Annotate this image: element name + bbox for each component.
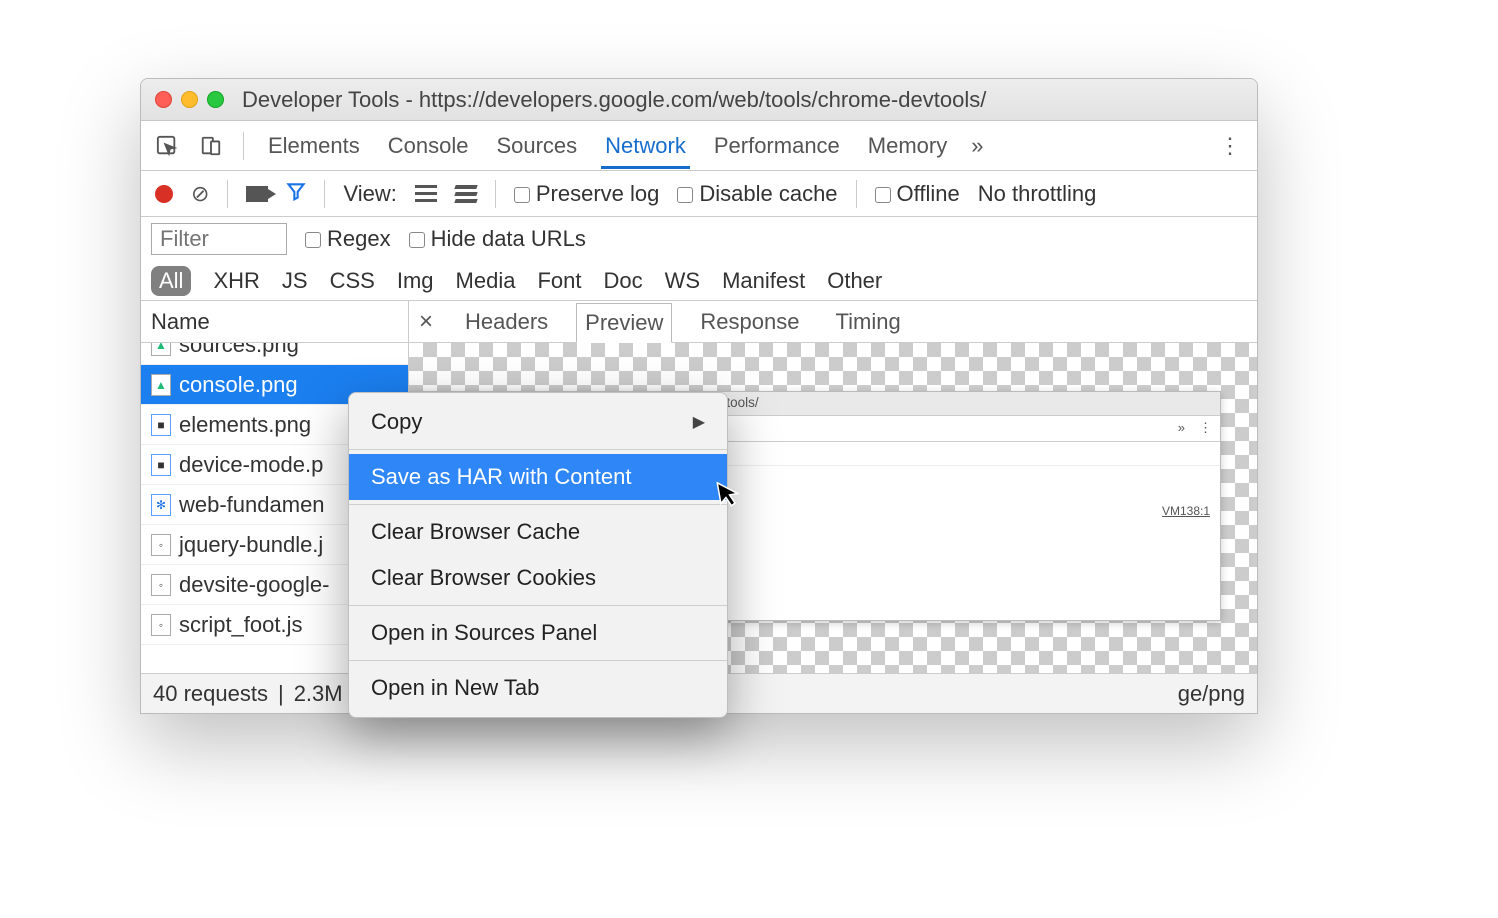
ctx-copy[interactable]: Copy: [349, 399, 727, 445]
separator: [856, 180, 857, 208]
large-rows-icon[interactable]: [415, 185, 437, 203]
screenshot-icon[interactable]: [246, 186, 268, 202]
image-file-icon: ■: [151, 454, 171, 476]
detail-tab-preview[interactable]: Preview: [576, 303, 672, 343]
gear-icon: ✻: [151, 494, 171, 516]
thumb-vm-link: VM138:1: [1162, 504, 1210, 518]
preserve-log-checkbox[interactable]: Preserve log: [514, 181, 660, 207]
filter-toggle-icon[interactable]: [286, 181, 306, 207]
ctx-open-sources[interactable]: Open in Sources Panel: [349, 610, 727, 656]
devtools-tabs: Elements Console Sources Network Perform…: [141, 121, 1257, 171]
detail-tab-headers[interactable]: Headers: [457, 303, 556, 341]
detail-tab-response[interactable]: Response: [692, 303, 807, 341]
device-toggle-icon[interactable]: [199, 134, 223, 158]
view-label: View:: [343, 181, 396, 207]
settings-kebab-icon[interactable]: ⋮: [1219, 133, 1243, 159]
filter-font[interactable]: Font: [537, 268, 581, 294]
tab-elements[interactable]: Elements: [264, 123, 364, 169]
filter-all[interactable]: All: [151, 266, 191, 296]
separator: [349, 605, 727, 606]
status-size: 2.3M: [294, 681, 343, 707]
context-menu: Copy Save as HAR with Content Clear Brow…: [348, 392, 728, 718]
offline-checkbox[interactable]: Offline: [875, 181, 960, 207]
tab-sources[interactable]: Sources: [492, 123, 581, 169]
type-filter-row: All XHR JS CSS Img Media Font Doc WS Man…: [141, 261, 1257, 301]
filter-doc[interactable]: Doc: [603, 268, 642, 294]
ctx-save-har[interactable]: Save as HAR with Content: [349, 454, 727, 500]
separator: [227, 180, 228, 208]
ctx-clear-cookies[interactable]: Clear Browser Cookies: [349, 555, 727, 601]
ctx-clear-cache[interactable]: Clear Browser Cache: [349, 509, 727, 555]
filter-input[interactable]: [151, 223, 287, 255]
tab-memory[interactable]: Memory: [864, 123, 951, 169]
separator: [324, 180, 325, 208]
network-toolbar: ⊘ View: Preserve log Disable cache Offli…: [141, 171, 1257, 217]
minimize-window-button[interactable]: [181, 91, 198, 108]
detail-tab-timing[interactable]: Timing: [828, 303, 909, 341]
filter-media[interactable]: Media: [456, 268, 516, 294]
image-file-icon: ▲: [151, 343, 171, 356]
separator: [349, 660, 727, 661]
separator: [495, 180, 496, 208]
tab-performance[interactable]: Performance: [710, 123, 844, 169]
inspect-icon[interactable]: [155, 134, 179, 158]
hide-data-urls-checkbox[interactable]: Hide data URLs: [409, 226, 586, 252]
regex-checkbox[interactable]: Regex: [305, 226, 391, 252]
throttling-select[interactable]: No throttling: [978, 181, 1097, 207]
filter-manifest[interactable]: Manifest: [722, 268, 805, 294]
script-file-icon: ◦: [151, 534, 171, 556]
detail-tabs: × Headers Preview Response Timing: [409, 301, 1257, 343]
filter-xhr[interactable]: XHR: [213, 268, 259, 294]
status-mime: ge/png: [1178, 681, 1245, 707]
image-file-icon: ▲: [151, 374, 171, 396]
name-header[interactable]: Name: [141, 301, 408, 343]
titlebar: Developer Tools - https://developers.goo…: [141, 79, 1257, 121]
tabs-overflow-icon[interactable]: »: [971, 133, 983, 159]
status-separator: |: [278, 681, 284, 707]
close-window-button[interactable]: [155, 91, 172, 108]
separator: [349, 504, 727, 505]
separator: [349, 449, 727, 450]
ctx-open-new-tab[interactable]: Open in New Tab: [349, 665, 727, 711]
record-button[interactable]: [155, 185, 173, 203]
maximize-window-button[interactable]: [207, 91, 224, 108]
image-file-icon: ■: [151, 414, 171, 436]
status-requests: 40 requests: [153, 681, 268, 707]
clear-button[interactable]: ⊘: [191, 181, 209, 207]
script-file-icon: ◦: [151, 614, 171, 636]
network-filter-row: Regex Hide data URLs: [141, 217, 1257, 261]
filter-img[interactable]: Img: [397, 268, 434, 294]
disable-cache-checkbox[interactable]: Disable cache: [677, 181, 837, 207]
tab-console[interactable]: Console: [384, 123, 473, 169]
request-row[interactable]: ▲sources.png: [141, 343, 408, 365]
waterfall-view-icon[interactable]: [455, 185, 477, 203]
filter-other[interactable]: Other: [827, 268, 882, 294]
window-title: Developer Tools - https://developers.goo…: [242, 87, 986, 113]
close-detail-icon[interactable]: ×: [419, 308, 433, 336]
script-file-icon: ◦: [151, 574, 171, 596]
filter-css[interactable]: CSS: [330, 268, 375, 294]
window-controls: [155, 91, 224, 108]
tab-network[interactable]: Network: [601, 123, 690, 169]
filter-js[interactable]: JS: [282, 268, 308, 294]
filter-ws[interactable]: WS: [665, 268, 700, 294]
separator: [243, 132, 244, 160]
